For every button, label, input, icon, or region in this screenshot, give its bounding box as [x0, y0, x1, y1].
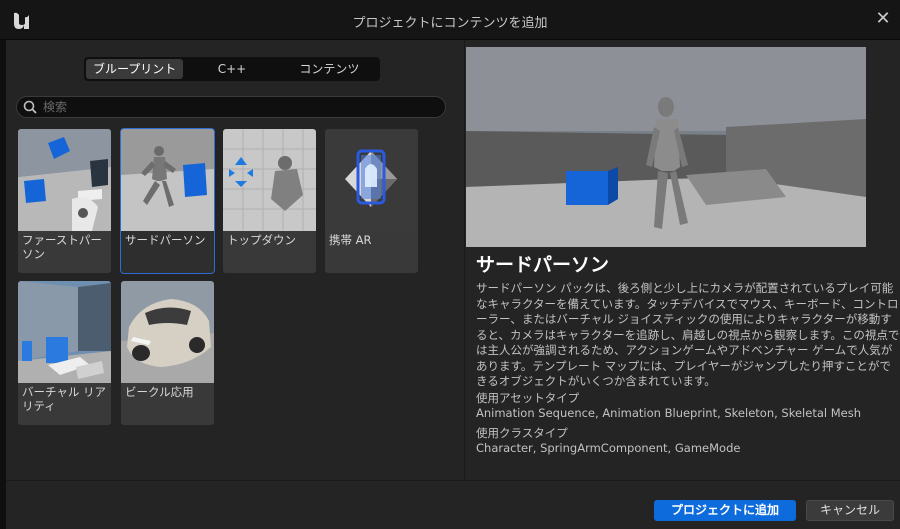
category-tabs: ブループリント C++ コンテンツ [84, 57, 380, 81]
template-tile-handheld-ar[interactable]: 携帯 AR [325, 129, 418, 273]
template-label: サードパーソン [125, 233, 206, 247]
class-types-label: 使用クラスタイプ [476, 426, 568, 440]
tab-content[interactable]: コンテンツ [281, 59, 378, 79]
asset-types-value: Animation Sequence, Animation Blueprint,… [476, 406, 862, 420]
template-tile-third-person[interactable]: サードパーソン [120, 128, 215, 274]
template-label: ビークル応用 [125, 385, 194, 399]
footer-divider [6, 480, 900, 481]
cancel-button[interactable]: キャンセル [806, 500, 894, 521]
template-label: トップダウン [227, 233, 296, 247]
asset-types-label: 使用アセットタイプ [476, 391, 580, 405]
template-label: ファーストパーソン [22, 233, 102, 261]
tab-blueprint[interactable]: ブループリント [86, 59, 184, 79]
template-tile-virtual-reality[interactable]: バーチャル リアリティ [18, 281, 111, 425]
template-tile-first-person[interactable]: ファーストパーソン [18, 129, 111, 273]
search-box [16, 96, 446, 118]
virtual-reality-thumbnail [18, 281, 111, 383]
title-bar: プロジェクトにコンテンツを追加 ✕ [0, 0, 900, 40]
search-input[interactable] [43, 99, 433, 115]
template-label: 携帯 AR [329, 233, 372, 247]
template-preview-image [466, 47, 866, 247]
template-tile-vehicle-advanced[interactable]: ビークル応用 [121, 281, 214, 425]
template-label: バーチャル リアリティ [22, 385, 107, 413]
add-to-project-button[interactable]: プロジェクトに追加 [654, 500, 796, 521]
panel-divider [464, 40, 465, 480]
window-title: プロジェクトにコンテンツを追加 [352, 16, 548, 31]
close-icon[interactable]: ✕ [874, 10, 892, 28]
handheld-ar-thumbnail [325, 129, 418, 231]
vehicle-advanced-thumbnail [121, 281, 214, 383]
class-types-value: Character, SpringArmComponent, GameMode [476, 441, 741, 455]
search-icon [23, 100, 37, 114]
detail-title: サードパーソン [476, 254, 610, 276]
tab-cpp[interactable]: C++ [183, 59, 280, 79]
template-tile-top-down[interactable]: トップダウン [223, 129, 316, 273]
detail-description: サードパーソン パックは、後ろ側と少し上にカメラが配置されているプレイ可能なキャ… [476, 281, 900, 388]
top-down-thumbnail [223, 129, 316, 231]
first-person-thumbnail [18, 129, 111, 231]
add-content-dialog: ブループリント C++ コンテンツ ファーストパーソン [6, 40, 900, 529]
third-person-thumbnail [121, 129, 214, 231]
